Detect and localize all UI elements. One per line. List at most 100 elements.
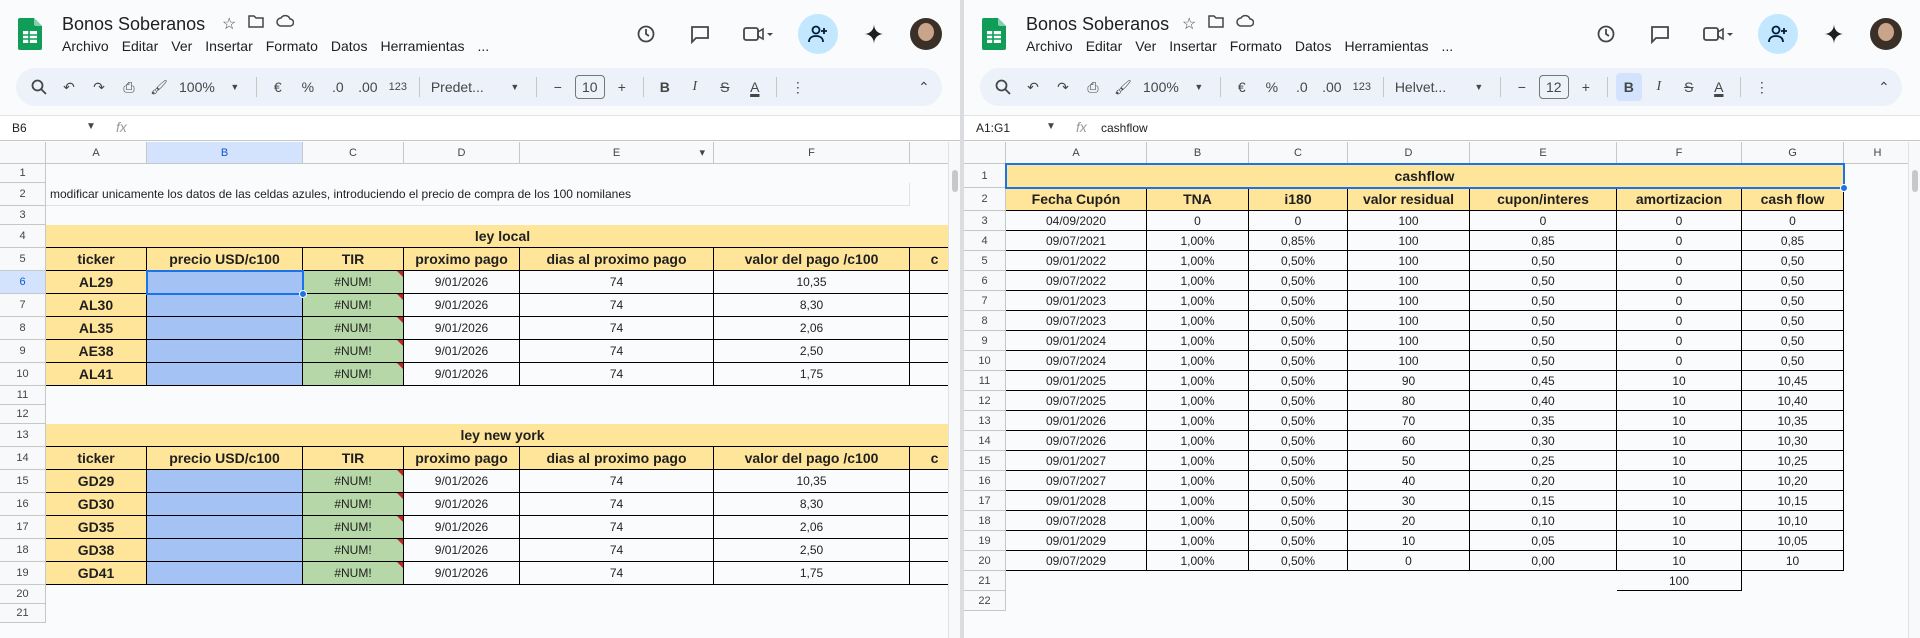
menu-formato[interactable]: Formato — [266, 38, 318, 54]
table-cell[interactable]: 10,10 — [1742, 511, 1844, 531]
table-cell[interactable]: 9/01/2026 — [404, 470, 520, 493]
table-cell[interactable]: 74 — [520, 539, 714, 562]
table-cell[interactable]: 0,50 — [1742, 311, 1844, 331]
table-cell[interactable]: 0,50 — [1742, 351, 1844, 371]
text-color-button[interactable]: A — [1706, 73, 1732, 101]
row-header[interactable]: 11 — [0, 386, 46, 405]
percent-format-button[interactable]: % — [1259, 73, 1285, 101]
table-cell[interactable]: 0,20 — [1470, 471, 1617, 491]
table-cell[interactable]: 09/01/2028 — [1006, 491, 1147, 511]
table-cell[interactable]: #NUM! — [303, 516, 404, 539]
table-cell[interactable]: 74 — [520, 470, 714, 493]
table-cell[interactable]: 0,50% — [1249, 431, 1348, 451]
paint-format-icon[interactable]: 🖌 — [146, 73, 172, 101]
row-header[interactable]: 9 — [0, 340, 46, 363]
share-button[interactable] — [798, 14, 838, 54]
menu-archivo[interactable]: Archivo — [1026, 38, 1073, 54]
chevron-down-icon[interactable]: ▼ — [502, 73, 528, 101]
table-cell[interactable]: 10,05 — [1742, 531, 1844, 551]
table-cell[interactable]: 0,05 — [1470, 531, 1617, 551]
column-header[interactable]: D — [1348, 142, 1470, 164]
column-heading[interactable]: TIR — [303, 248, 404, 271]
strikethrough-button[interactable]: S — [1676, 73, 1702, 101]
price-input-cell[interactable] — [147, 363, 303, 386]
table-cell[interactable]: 60 — [1348, 431, 1470, 451]
bold-button[interactable]: B — [1615, 73, 1642, 101]
move-folder-icon[interactable] — [248, 14, 265, 34]
table-cell[interactable]: 8,30 — [714, 493, 910, 516]
table-cell[interactable]: 70 — [1348, 411, 1470, 431]
table-cell[interactable]: 0,10 — [1470, 511, 1617, 531]
column-heading[interactable]: i180 — [1249, 188, 1348, 211]
column-header[interactable]: F — [714, 142, 910, 164]
table-cell[interactable]: 100 — [1348, 271, 1470, 291]
table-cell[interactable]: 0,85 — [1470, 231, 1617, 251]
table-cell[interactable]: 09/01/2025 — [1006, 371, 1147, 391]
column-header[interactable]: C — [1249, 142, 1348, 164]
row-header[interactable]: 20 — [964, 551, 1006, 571]
row-header[interactable]: 21 — [964, 571, 1006, 591]
table-cell[interactable]: 09/07/2022 — [1006, 271, 1147, 291]
chevron-down-icon[interactable]: ▼ — [1046, 121, 1056, 132]
table-cell[interactable]: #NUM! — [303, 363, 404, 386]
table-cell[interactable]: AL30 — [46, 294, 147, 317]
table-cell[interactable]: 04/09/2020 — [1006, 211, 1147, 231]
column-heading[interactable]: TIR — [303, 447, 404, 470]
row-header[interactable]: 3 — [0, 206, 46, 225]
table-cell[interactable]: 9/01/2026 — [404, 493, 520, 516]
table-cell[interactable]: 1,00% — [1147, 331, 1249, 351]
table-cell[interactable]: 10 — [1617, 391, 1742, 411]
undo-icon[interactable]: ↶ — [56, 73, 82, 101]
row-header[interactable]: 2 — [964, 188, 1006, 211]
table-cell[interactable]: 0,50% — [1249, 311, 1348, 331]
undo-icon[interactable]: ↶ — [1020, 73, 1046, 101]
vertical-scrollbar[interactable] — [948, 142, 960, 638]
redo-icon[interactable]: ↷ — [1050, 73, 1076, 101]
table-cell[interactable]: 0 — [1617, 351, 1742, 371]
menu-insertar[interactable]: Insertar — [1169, 38, 1216, 54]
table-cell[interactable]: 1,75 — [714, 363, 910, 386]
star-icon[interactable]: ☆ — [1182, 14, 1196, 34]
table-cell[interactable]: 09/07/2029 — [1006, 551, 1147, 571]
table-cell[interactable]: 0,50% — [1249, 271, 1348, 291]
table-cell[interactable]: 0 — [1617, 331, 1742, 351]
table-cell[interactable]: 0 — [1617, 211, 1742, 231]
version-history-icon[interactable] — [1588, 16, 1624, 52]
table-cell[interactable]: 0 — [1617, 291, 1742, 311]
table-cell[interactable]: 0 — [1617, 251, 1742, 271]
document-title[interactable]: Bonos Soberanos — [1026, 14, 1169, 35]
fill-handle[interactable] — [1840, 184, 1848, 192]
table-cell[interactable]: 9/01/2026 — [404, 317, 520, 340]
meet-icon[interactable] — [1696, 16, 1740, 52]
table-cell[interactable]: 0,50% — [1249, 351, 1348, 371]
formula-input[interactable]: cashflow — [1101, 121, 1148, 135]
row-header[interactable]: 11 — [964, 371, 1006, 391]
currency-format-button[interactable]: € — [1229, 73, 1255, 101]
more-options-icon[interactable]: ⋮ — [1749, 73, 1775, 101]
table-cell[interactable]: 09/01/2024 — [1006, 331, 1147, 351]
fill-handle[interactable] — [299, 290, 307, 298]
row-header[interactable]: 19 — [0, 562, 46, 585]
table-cell[interactable]: 0,50 — [1742, 331, 1844, 351]
table-cell[interactable]: 0,50 — [1470, 291, 1617, 311]
column-heading[interactable]: TNA — [1147, 188, 1249, 211]
table-cell[interactable]: #NUM! — [303, 562, 404, 585]
scrollbar-thumb[interactable] — [1912, 170, 1918, 192]
price-input-cell[interactable] — [147, 493, 303, 516]
table-cell[interactable]: 0 — [1617, 271, 1742, 291]
table-cell[interactable]: 0,50 — [1742, 291, 1844, 311]
redo-icon[interactable]: ↷ — [86, 73, 112, 101]
table-cell[interactable]: 0,85% — [1249, 231, 1348, 251]
column-heading[interactable]: dias al proximo pago — [520, 248, 714, 271]
column-header[interactable]: D — [404, 142, 520, 164]
corner-cell[interactable] — [0, 142, 46, 164]
table-cell[interactable]: #NUM! — [303, 271, 404, 294]
row-header[interactable]: 8 — [0, 317, 46, 340]
version-history-icon[interactable] — [628, 16, 664, 52]
font-size-input[interactable]: 10 — [574, 75, 605, 99]
chevron-down-icon[interactable]: ▼ — [1186, 73, 1212, 101]
row-header[interactable]: 16 — [964, 471, 1006, 491]
menu-ver[interactable]: Ver — [171, 38, 192, 54]
row-header[interactable]: 13 — [964, 411, 1006, 431]
increase-font-size-icon[interactable]: + — [1573, 73, 1599, 101]
